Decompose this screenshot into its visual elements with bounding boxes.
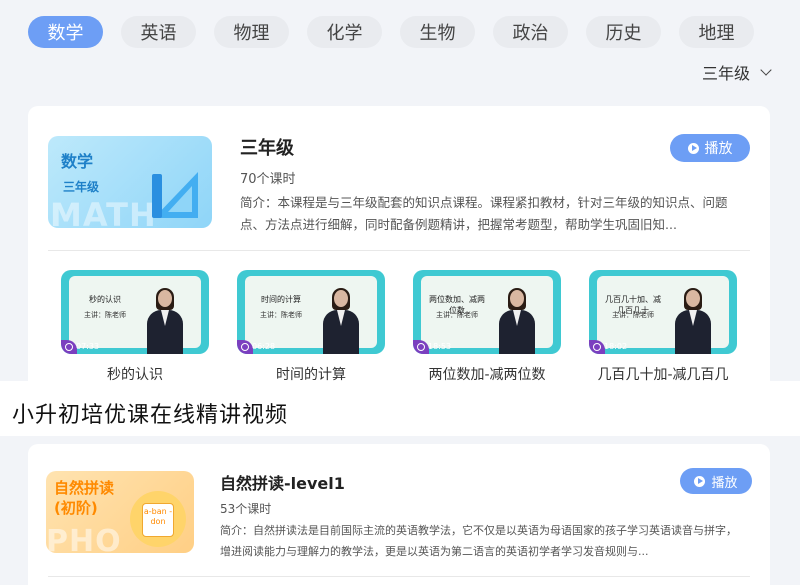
lesson-thumbnail[interactable]: 两位数加、减两位数 主讲：陈老师 18:53 — [413, 270, 561, 354]
lesson-item[interactable]: 时间的计算 主讲：陈老师 06:28 时间的计算 — [237, 270, 385, 381]
duration: 18:02 — [593, 342, 627, 351]
clock-icon — [417, 342, 425, 351]
cover-watermark: PHO — [46, 524, 122, 553]
duration-text: 18:53 — [428, 342, 452, 351]
tab-english[interactable]: 英语 — [121, 16, 196, 48]
clock-icon — [241, 342, 249, 351]
duration: 06:28 — [241, 342, 275, 351]
teacher-figure — [145, 288, 185, 354]
play-icon — [694, 475, 706, 487]
lesson-count: 70个课时 — [240, 172, 296, 187]
play-icon — [687, 142, 699, 154]
play-label: 播放 — [704, 141, 733, 157]
teacher-figure — [673, 288, 713, 354]
tab-math[interactable]: 数学 — [28, 16, 103, 48]
course-card-math: 数学 三年级 MATH 三年级 70个课时 简介：本课程是与三年级配套的知识点课… — [28, 106, 770, 381]
lesson-name: 时间的计算 — [276, 367, 346, 381]
tab-biology[interactable]: 生物 — [400, 16, 475, 48]
lesson-thumbnail[interactable]: 秒的认识 主讲：陈老师 07:33 — [61, 270, 209, 354]
teacher-figure — [321, 288, 361, 354]
cover-title: 数学 — [61, 152, 94, 171]
tab-politics[interactable]: 政治 — [493, 16, 568, 48]
course-card-phonics: 自然拼读 (初阶) PHO a-ban -don 自然拼读-level1 53个… — [28, 444, 770, 585]
ruler-icon — [152, 172, 198, 218]
grade-dropdown-label: 三年级 — [701, 64, 750, 83]
grade-dropdown[interactable]: 三年级 — [701, 60, 772, 84]
play-button[interactable]: 播放 — [680, 468, 752, 494]
play-label: 播放 — [711, 475, 738, 491]
lesson-item[interactable]: 几百几十加、减几百几十 主讲：陈老师 18:02 几百几十加-减几百几 — [589, 270, 737, 381]
lesson-name: 秒的认识 — [107, 367, 163, 381]
lesson-item[interactable]: 两位数加、减两位数 主讲：陈老师 18:53 两位数加-减两位数 — [413, 270, 561, 381]
course-intro: 简介：本课程是与三年级配套的知识点课程。课程紧扣教材，针对三年级的知识点、问题点… — [240, 195, 728, 232]
lesson-name: 几百几十加-减几百几 — [597, 367, 729, 381]
course-intro: 简介：自然拼读法是目前国际主流的英语教学法，它不仅是以英语为母语国家的孩子学习英… — [220, 524, 737, 558]
lesson-count: 53个课时 — [220, 502, 272, 516]
banner-text: 小升初培优课在线精讲视频 — [12, 403, 289, 428]
course-cover-math[interactable]: 数学 三年级 MATH — [48, 136, 212, 228]
tab-chemistry[interactable]: 化学 — [307, 16, 382, 48]
duration-text: 07:33 — [76, 342, 100, 351]
course-title: 三年级 — [240, 138, 294, 159]
thumb-teacher: 主讲：陈老师 — [260, 311, 302, 319]
cover-watermark: MATH — [50, 196, 157, 228]
lesson-name: 两位数加-减两位数 — [428, 367, 546, 381]
cover-grade: 三年级 — [63, 180, 100, 194]
course-title: 自然拼读-level1 — [220, 474, 345, 493]
duration-text: 06:28 — [252, 342, 276, 351]
thumb-teacher: 主讲：陈老师 — [612, 311, 654, 319]
duration: 18:53 — [417, 342, 451, 351]
thumb-teacher: 主讲：陈老师 — [436, 311, 478, 319]
clipboard-icon: a-ban -don — [130, 491, 186, 547]
thumb-teacher: 主讲：陈老师 — [84, 311, 126, 319]
thumb-title: 秒的认识 — [89, 295, 121, 304]
duration-text: 18:02 — [604, 342, 628, 351]
duration: 07:33 — [65, 342, 99, 351]
chevron-down-icon — [760, 63, 772, 76]
app-screen-top: 数学 英语 物理 化学 生物 政治 历史 地理 三年级 数学 三年级 MATH … — [0, 0, 800, 381]
lesson-thumbnail[interactable]: 时间的计算 主讲：陈老师 06:28 — [237, 270, 385, 354]
lesson-thumbnail[interactable]: 几百几十加、减几百几十 主讲：陈老师 18:02 — [589, 270, 737, 354]
tab-history[interactable]: 历史 — [586, 16, 661, 48]
lesson-item[interactable]: 秒的认识 主讲：陈老师 07:33 秒的认识 — [61, 270, 209, 381]
caption-banner: 小升初培优课在线精讲视频 — [0, 381, 800, 436]
app-screen-bottom: 自然拼读 (初阶) PHO a-ban -don 自然拼读-level1 53个… — [0, 436, 800, 585]
play-button[interactable]: 播放 — [670, 134, 750, 162]
divider — [48, 576, 750, 577]
cover-badge: a-ban -don — [142, 503, 174, 537]
tab-physics[interactable]: 物理 — [214, 16, 289, 48]
clock-icon — [65, 342, 73, 351]
tab-geography[interactable]: 地理 — [679, 16, 754, 48]
course-cover-phonics[interactable]: 自然拼读 (初阶) PHO a-ban -don — [46, 471, 194, 553]
divider — [48, 250, 750, 251]
cover-title: 自然拼读 — [54, 479, 115, 497]
cover-grade: (初阶) — [54, 499, 98, 517]
teacher-figure — [497, 288, 537, 354]
clock-icon — [593, 342, 601, 351]
thumb-title: 时间的计算 — [261, 295, 301, 304]
